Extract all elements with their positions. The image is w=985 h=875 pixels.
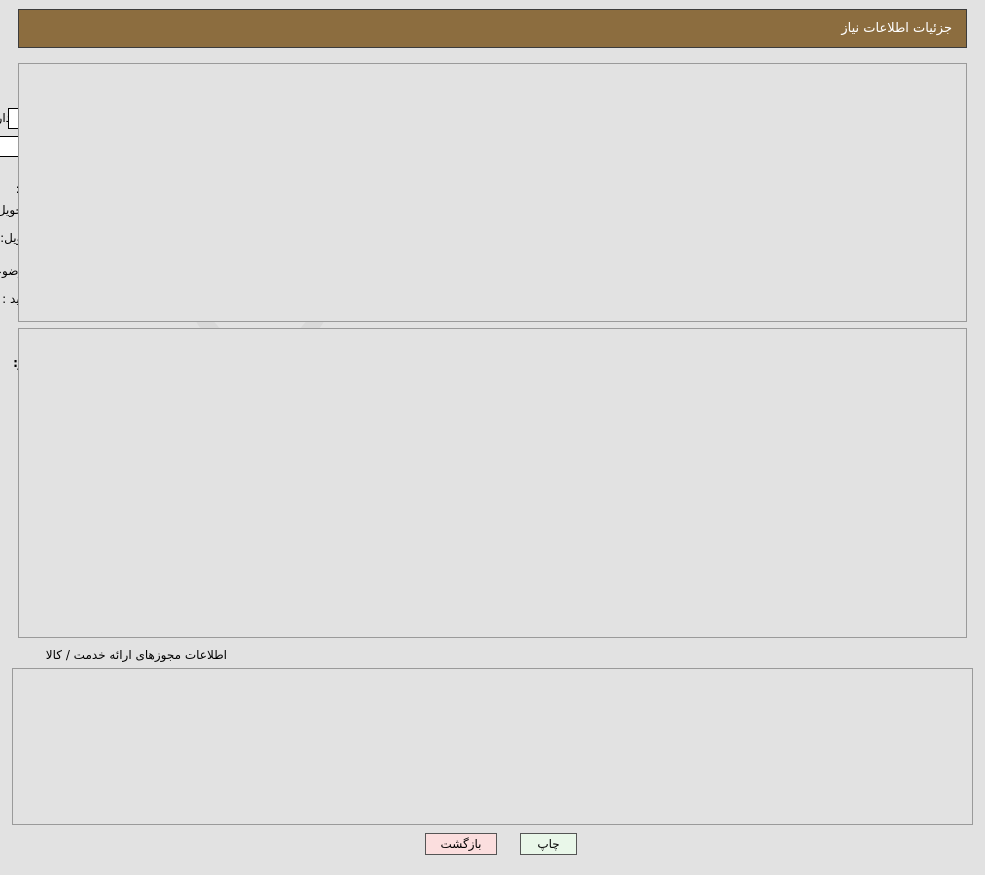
permits-heading: اطلاعات مجوزهای ارائه خدمت / کالا [46,648,227,662]
permits-panel [12,668,973,825]
print-button[interactable]: چاپ [520,833,577,855]
page-titlebar: جزئیات اطلاعات نیاز [18,9,967,48]
back-button[interactable]: بازگشت [425,833,497,855]
need-summary-panel [18,63,967,322]
page-title: جزئیات اطلاعات نیاز [841,21,952,36]
need-details-panel [18,328,967,638]
